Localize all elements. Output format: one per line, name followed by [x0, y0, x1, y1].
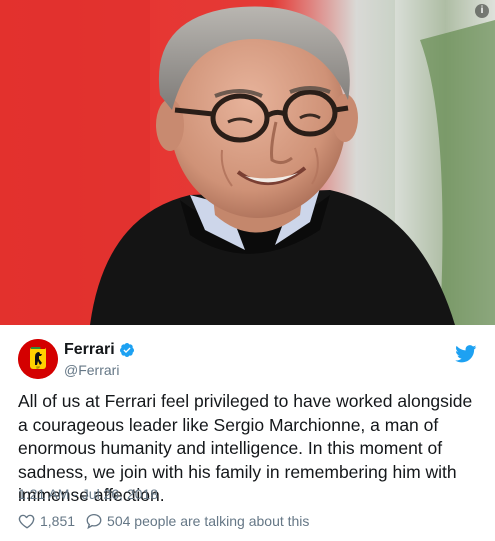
name-row: Ferrari: [64, 341, 135, 359]
handle[interactable]: @Ferrari: [64, 362, 135, 378]
svg-text:SF: SF: [36, 366, 40, 370]
like-count: 1,851: [40, 513, 76, 529]
reply-button[interactable]: 504 people are talking about this: [85, 512, 309, 530]
embedded-tweet-card: i SF Ferrari @Ferrari All of us at Ferra…: [0, 0, 495, 541]
twitter-bird-icon[interactable]: [455, 345, 477, 363]
tweet-actions: 1,851 504 people are talking about this: [18, 512, 319, 530]
like-button[interactable]: 1,851: [18, 512, 75, 530]
verified-badge-icon: [119, 343, 134, 357]
avatar[interactable]: SF: [18, 339, 58, 379]
ferrari-logo-icon: SF: [18, 339, 58, 379]
author-names: Ferrari @Ferrari: [64, 341, 135, 378]
portrait-illustration: [0, 0, 495, 325]
heart-icon: [18, 514, 35, 529]
reply-label: 504 people are talking about this: [107, 513, 310, 529]
tweet-photo[interactable]: i: [0, 0, 495, 325]
display-name[interactable]: Ferrari: [64, 341, 115, 359]
tweet-header: SF Ferrari @Ferrari: [18, 339, 477, 381]
info-icon[interactable]: i: [475, 4, 489, 18]
speech-bubble-icon: [86, 513, 102, 530]
tweet-timestamp[interactable]: 1:21 AM - Jul 26, 2018: [18, 486, 158, 502]
